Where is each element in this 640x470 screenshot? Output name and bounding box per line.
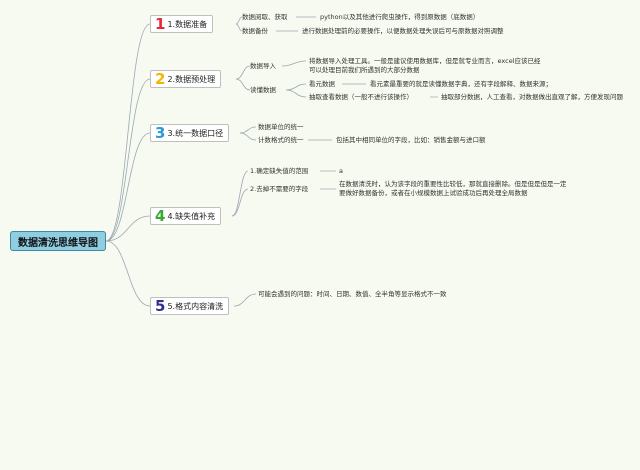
branch-2-sub-2-label: 读懂数据 (250, 86, 276, 94)
b2-sub2-line (235, 78, 251, 91)
branch-5-number-icon: 5 (155, 297, 166, 315)
branch-4-node[interactable]: 4 4.缺失值补充 (150, 207, 222, 225)
branch-1-sub-1-label: 数据阅取、获取 (242, 13, 288, 21)
branch-5-title: 5.格式内容清洗 (167, 301, 224, 311)
root-to-branch-1-line (105, 23, 151, 242)
branch-2-sub-1-label: 数据导入 (250, 62, 276, 70)
branch-4-sub-1-detail: a (339, 167, 343, 175)
branch-4-number-icon: 4 (155, 207, 166, 225)
branch-1-title: 1.数据准备 (167, 19, 208, 29)
branch-1-sub-1-detail: python以及其他进行爬虫操作，得到原数据（底数据） (320, 13, 480, 21)
b2-item1-line (285, 83, 307, 91)
branch-4-title: 4.缺失值补充 (167, 211, 216, 221)
branch-2-item-1-detail: 看元素最重要的就是读懂数据字典，还有字段解释、数据来源； (370, 80, 552, 88)
branch-2-item-1-label: 看元数据 (309, 80, 335, 88)
branch-3-title: 3.统一数据口径 (167, 128, 224, 138)
branch-1-sub-2-detail: 进行数据处理前的必要操作，以便数据处理失误后可与原数据对照调整 (302, 27, 504, 35)
b2-item2-line (285, 89, 307, 98)
branch-3-sub-1-label: 数据单位的统一 (258, 123, 304, 131)
branch-2-item-2-label: 抽取查看数据（一般不进行该操作） (309, 93, 413, 101)
branch-2-sub-1-detail2: 可以处理目前我们所遇到的大部分数据 (309, 66, 420, 74)
branch-4-sub-2-detail2: 要做好数据备份，或者在小规模数据上试验成功后再处理全局数据 (339, 189, 528, 197)
branch-3-number-icon: 3 (155, 124, 166, 142)
branch-5-node[interactable]: 5 5.格式内容清洗 (150, 297, 230, 315)
root-node[interactable]: 数据清洗思维导图 (10, 231, 106, 251)
branch-4-sub-2-label: 2.去掉不需要的字段 (250, 185, 309, 193)
branch-5-sub-1-label: 可能会遇到的问题：时间、日期、数值、全半角等显示格式不一致 (258, 290, 447, 298)
b4-sub1-line (231, 170, 249, 217)
b5-sub1-line (233, 293, 257, 307)
root-to-branch-3-line (105, 132, 151, 242)
branch-2-node[interactable]: 2 2.数据预处理 (150, 70, 222, 88)
branch-2-item-2-detail: 抽取部分数据，人工查看，对数据做出直观了解，方便发现问题 (441, 93, 623, 101)
branch-2-title: 2.数据预处理 (167, 74, 216, 84)
branch-3-node[interactable]: 3 3.统一数据口径 (150, 124, 230, 142)
branch-2-number-icon: 2 (155, 70, 166, 88)
b3-sub2-line (239, 132, 257, 141)
branch-1-node[interactable]: 1 1.数据准备 (150, 15, 214, 33)
branch-2-sub-1-detail: 将数据导入处理工具。一般是建议使用数据库，但是就专业而言，excel应该已经 (309, 57, 541, 65)
branch-1-sub-2-label: 数据备份 (242, 27, 268, 35)
branch-3-sub-2-label: 计数格式的统一 (258, 136, 304, 144)
branch-3-sub-2-detail: 包括其中相同单位的字段，比如：销售金额与进口额 (336, 136, 486, 144)
branch-1-number-icon: 1 (155, 15, 166, 33)
b3-sub1-line (239, 126, 257, 134)
b2-sub1-line (235, 65, 251, 80)
b2-detail-line (281, 60, 307, 67)
branch-4-sub-1-label: 1.确定缺失值的范围 (250, 167, 309, 175)
root-title: 数据清洗思维导图 (18, 237, 98, 249)
branch-4-sub-2-detail: 在数据清洗时，认为该字段的重要性比较低，那就直接删除。但是但是但是一定 (339, 180, 567, 188)
root-to-branch-5-line (105, 240, 151, 307)
